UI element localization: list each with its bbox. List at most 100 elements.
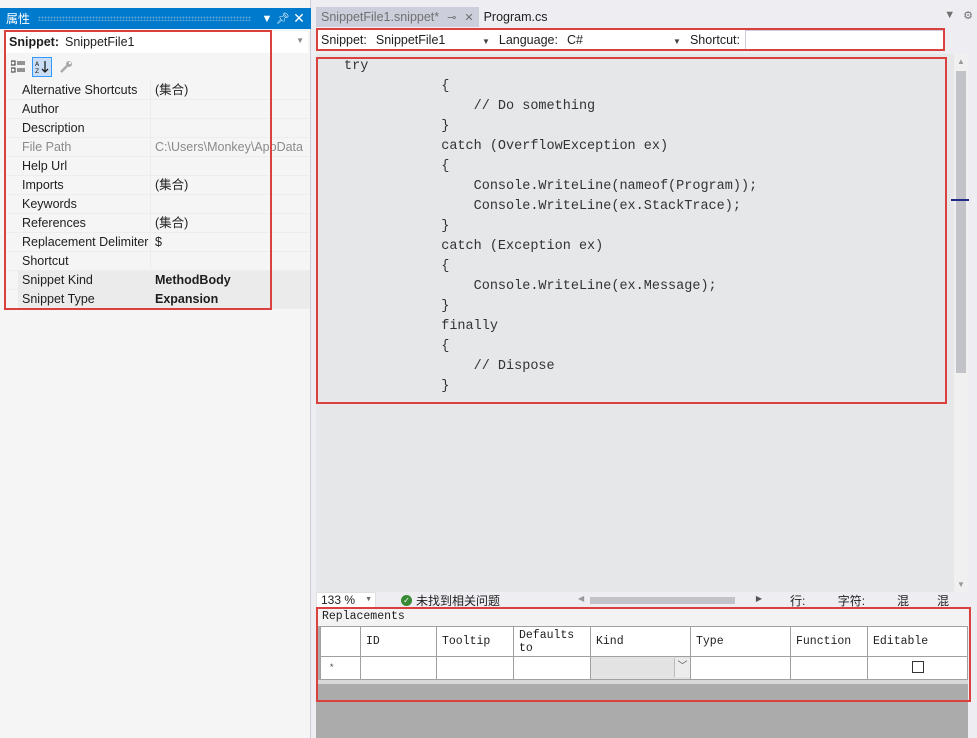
code-editor[interactable]: try { // Do something } catch (OverflowE… <box>316 54 954 592</box>
function-cell[interactable] <box>790 656 868 680</box>
property-row[interactable]: File Path C:\Users\Monkey\AppData <box>4 138 310 157</box>
property-name[interactable]: References <box>18 214 151 232</box>
property-value[interactable]: (集合) <box>151 176 310 194</box>
scroll-thumb[interactable] <box>590 597 735 604</box>
language-label: Language: <box>498 33 558 47</box>
snippet-bar: Snippet: SnippetFile1 ▼ Language: C# ▼ S… <box>316 30 944 50</box>
categorized-icon[interactable] <box>8 57 28 77</box>
tab-program-cs[interactable]: Program.cs <box>479 7 553 27</box>
property-value[interactable]: (集合) <box>151 81 310 99</box>
wrench-icon[interactable] <box>56 57 76 77</box>
column-header-row-selector <box>320 626 361 657</box>
property-row[interactable]: References (集合) <box>4 214 310 233</box>
close-icon[interactable]: ✕ <box>464 11 473 24</box>
title-grip[interactable] <box>38 16 251 21</box>
gear-icon[interactable]: ⚙ <box>963 9 973 22</box>
issues-indicator[interactable]: ✓ 未找到相关问题 <box>401 592 500 609</box>
property-name[interactable]: Snippet Type <box>18 290 151 308</box>
row-gutter <box>4 157 18 175</box>
property-value[interactable]: MethodBody <box>151 271 310 289</box>
table-footer-gap <box>316 680 968 684</box>
shortcut-input[interactable] <box>745 30 944 50</box>
property-value[interactable] <box>151 195 310 213</box>
column-header-id[interactable]: ID <box>360 626 437 657</box>
property-row[interactable]: Keywords <box>4 195 310 214</box>
property-value[interactable] <box>151 157 310 175</box>
property-name[interactable]: Snippet Kind <box>18 271 151 289</box>
property-row[interactable]: Help Url <box>4 157 310 176</box>
chevron-down-icon: ▼ <box>365 596 372 603</box>
property-value: C:\Users\Monkey\AppData <box>151 138 310 156</box>
replacements-table: ID Tooltip Defaults to Kind Type Functio… <box>320 626 968 680</box>
type-cell[interactable] <box>690 656 791 680</box>
property-value[interactable] <box>151 119 310 137</box>
tab-actions: ▼ ⚙ <box>944 9 973 22</box>
property-value[interactable] <box>151 100 310 118</box>
pin-icon[interactable]: ⊸ <box>447 11 456 24</box>
property-name[interactable]: Keywords <box>18 195 151 213</box>
property-value[interactable]: $ <box>151 233 310 251</box>
vertical-scrollbar[interactable]: ▲ ▼ <box>951 54 969 592</box>
property-name[interactable]: Alternative Shortcuts <box>18 81 151 99</box>
horizontal-scrollbar[interactable]: ◀ ▶ <box>578 594 762 606</box>
property-row[interactable]: Author <box>4 100 310 119</box>
column-header-type[interactable]: Type <box>690 626 791 657</box>
pin-icon[interactable]: 📌︎ <box>275 12 291 25</box>
snippet-label: Snippet: <box>321 33 367 47</box>
chevron-down-icon: ▼ <box>481 37 490 46</box>
sort-alphabetical-icon[interactable]: AZ <box>32 57 52 77</box>
column-header-editable[interactable]: Editable <box>867 626 968 657</box>
table-header-row: ID Tooltip Defaults to Kind Type Functio… <box>320 626 968 657</box>
property-name[interactable]: Imports <box>18 176 151 194</box>
property-row[interactable]: Snippet Type Expansion <box>4 290 310 309</box>
property-row[interactable]: Description <box>4 119 310 138</box>
new-row-marker[interactable]: * <box>320 656 361 680</box>
tooltip-cell[interactable] <box>436 656 514 680</box>
scroll-left-icon[interactable]: ◀ <box>578 594 584 603</box>
chevron-down-icon[interactable]: ▼ <box>296 36 304 45</box>
property-value[interactable]: Expansion <box>151 290 310 308</box>
property-row[interactable]: Shortcut <box>4 252 310 271</box>
property-name[interactable]: Description <box>18 119 151 137</box>
property-name[interactable]: Author <box>18 100 151 118</box>
object-selector[interactable]: Snippet: SnippetFile1 ▼ <box>4 31 308 53</box>
chevron-down-icon[interactable]: ▼ <box>944 9 955 22</box>
tab-label: Program.cs <box>483 10 548 24</box>
zoom-select[interactable]: 133 % ▼ <box>316 592 376 608</box>
caret-position-marker <box>951 199 969 201</box>
property-name[interactable]: File Path <box>18 138 151 156</box>
property-value[interactable]: (集合) <box>151 214 310 232</box>
editable-checkbox[interactable] <box>911 661 924 674</box>
close-icon[interactable]: ✕ <box>291 10 307 27</box>
scroll-right-icon[interactable]: ▶ <box>756 594 762 603</box>
scroll-thumb[interactable] <box>956 71 966 373</box>
dropdown-icon[interactable]: ▼ <box>259 13 275 25</box>
scroll-up-icon[interactable]: ▲ <box>954 57 968 66</box>
property-name[interactable]: Help Url <box>18 157 151 175</box>
language-select[interactable]: C# ▼ <box>563 33 685 47</box>
property-grid: Alternative Shortcuts (集合) Author Descripti… <box>4 81 310 309</box>
column-header-defaults-to[interactable]: Defaults to <box>513 626 591 657</box>
replacements-panel: Replacements ID Tooltip Defaults to Kind… <box>316 608 968 738</box>
scroll-down-icon[interactable]: ▼ <box>954 580 968 589</box>
tab-label: SnippetFile1.snippet* <box>321 10 440 24</box>
column-header-kind[interactable]: Kind <box>590 626 691 657</box>
property-row[interactable]: Alternative Shortcuts (集合) <box>4 81 310 100</box>
kind-dropdown[interactable]: ﹀ <box>590 656 691 680</box>
property-value[interactable] <box>151 252 310 270</box>
property-row[interactable]: Imports (集合) <box>4 176 310 195</box>
column-header-function[interactable]: Function <box>790 626 868 657</box>
column-header-tooltip[interactable]: Tooltip <box>436 626 514 657</box>
snippet-select[interactable]: SnippetFile1 ▼ <box>372 33 494 47</box>
chevron-down-icon: ▼ <box>673 37 681 46</box>
code-text[interactable]: try { // Do something } catch (OverflowE… <box>344 57 757 397</box>
defaults-to-cell[interactable] <box>513 656 591 680</box>
tab-snippetfile1[interactable]: SnippetFile1.snippet* ⊸ ✕ <box>316 7 479 27</box>
properties-title-bar[interactable]: 属性 ▼ 📌︎ ✕ <box>0 8 311 29</box>
property-name[interactable]: Replacement Delimiter <box>18 233 151 251</box>
property-row[interactable]: Replacement Delimiter $ <box>4 233 310 252</box>
property-row[interactable]: Snippet Kind MethodBody <box>4 271 310 290</box>
id-cell[interactable] <box>360 656 437 680</box>
property-name[interactable]: Shortcut <box>18 252 151 270</box>
chevron-down-icon[interactable]: ﹀ <box>674 658 690 677</box>
